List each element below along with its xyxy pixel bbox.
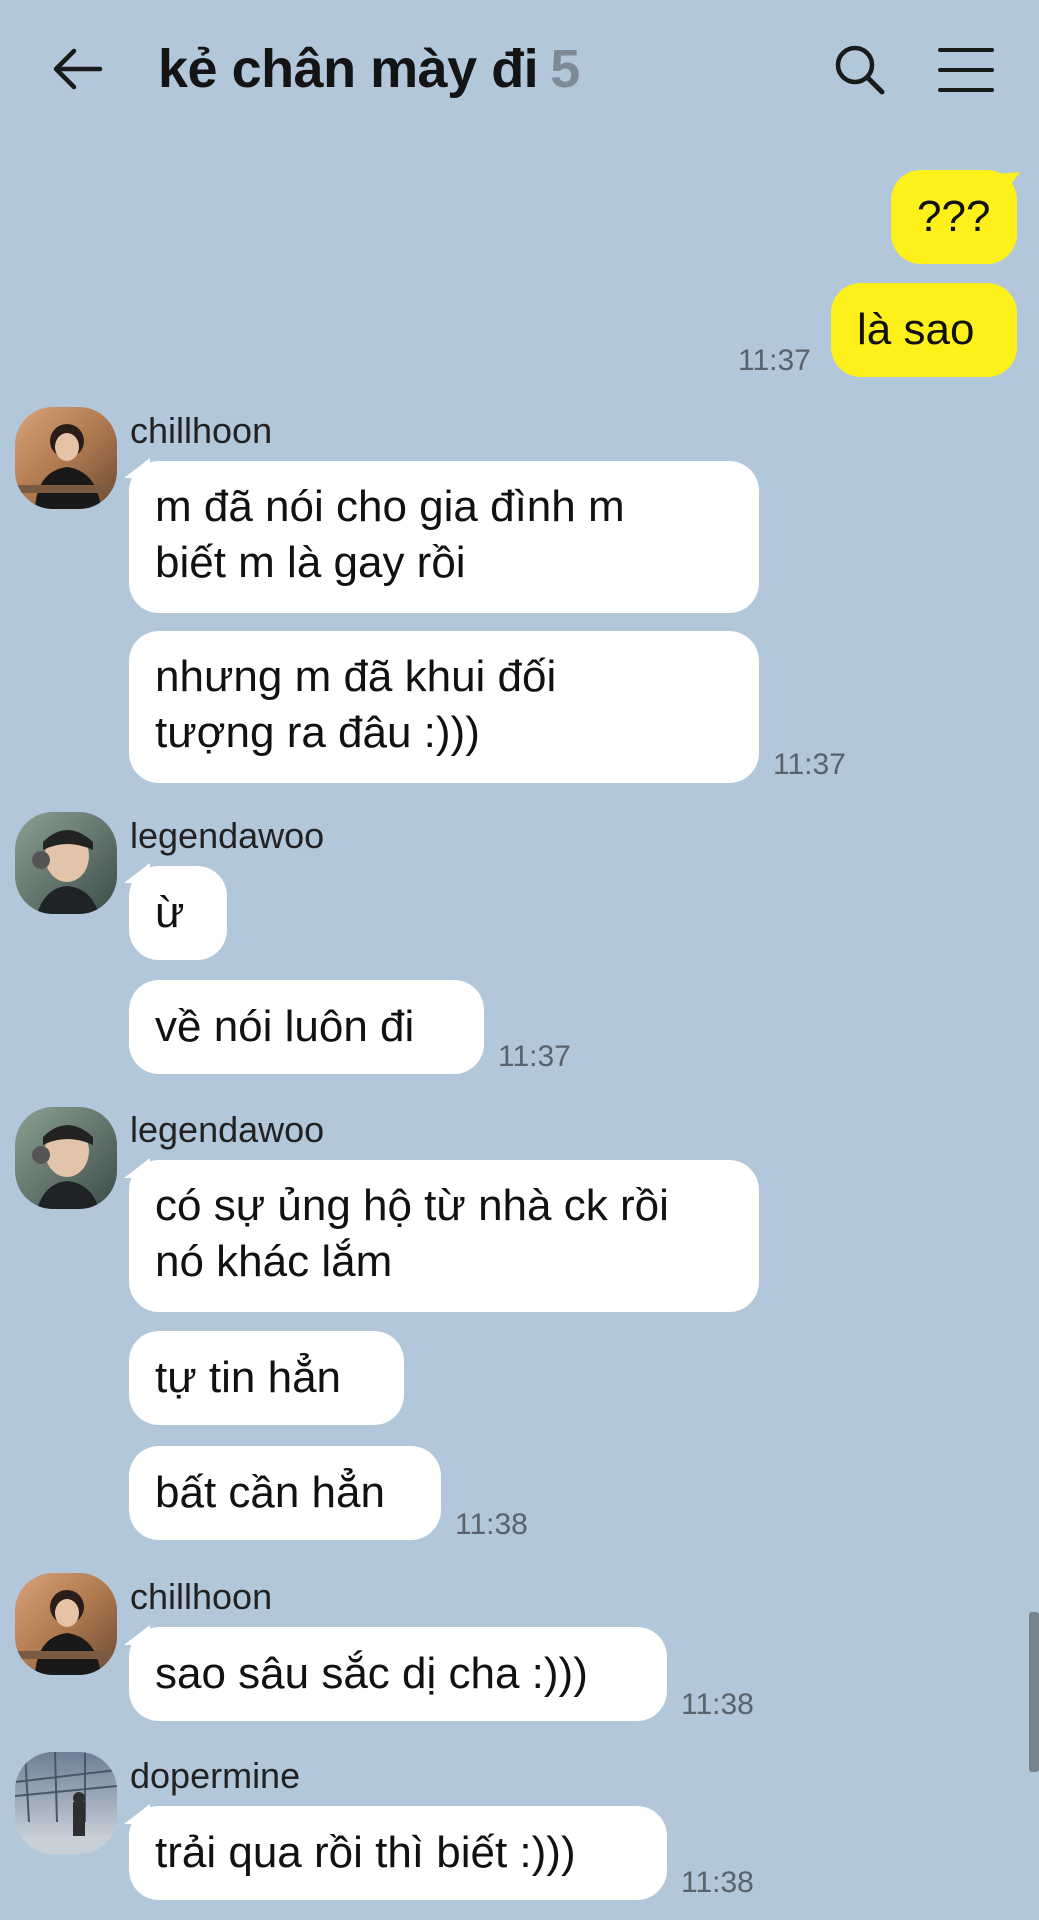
incoming-message[interactable]: có sự ủng hộ từ nhà ck rồi nó khác lắm [129,1160,759,1312]
message-timestamp: 11:38 [681,1688,754,1721]
incoming-message[interactable]: tự tin hẳn [129,1331,404,1425]
avatar-legendawoo[interactable] [15,1107,117,1209]
avatar-legendawoo[interactable] [15,812,117,914]
message-text: là sao [857,305,975,354]
sender-name: legendawoo [130,1109,325,1150]
avatar-dopermine[interactable] [15,1752,117,1854]
back-button[interactable] [50,42,104,96]
sender-name: chillhoon [130,1576,273,1617]
back-arrow-icon [53,48,103,90]
search-button[interactable] [832,42,888,98]
message-text: tự tin hẳn [155,1353,342,1402]
chat-title-text: kẻ chân mày đi [158,39,539,99]
message-text: ừ [155,888,185,937]
message-text: sao sâu sắc dị cha :))) [155,1649,588,1698]
incoming-message[interactable]: m đã nói cho gia đình m biết m là gay rồ… [129,461,759,613]
message-timestamp: 11:38 [455,1508,528,1541]
message-timestamp: 11:38 [681,1866,754,1899]
message-text: có sự ủng hộ từ nhà ck rồi nó khác lắm [155,1178,669,1290]
sender-name: legendawoo [130,815,325,856]
outgoing-message[interactable]: ??? [891,170,1017,264]
message-line: m đã nói cho gia đình m [155,482,625,531]
menu-button[interactable] [936,44,996,96]
message-timestamp: 11:37 [498,1040,571,1073]
incoming-message[interactable]: bất cần hẳn [129,1446,441,1540]
avatar-image [15,1752,117,1854]
avatar-chillhoon[interactable] [15,407,117,509]
message-timestamp: 11:37 [738,344,811,377]
avatar-image [15,407,117,509]
search-icon [835,45,885,95]
incoming-message[interactable]: ừ [129,866,227,960]
sender-name: chillhoon [130,410,273,451]
message-text: bất cần hẳn [155,1468,385,1517]
avatar-image [15,812,117,914]
message-line: nhưng m đã khui đối [155,652,557,701]
message-line: có sự ủng hộ từ nhà ck rồi [155,1181,669,1230]
sender-name: dopermine [130,1755,301,1796]
avatar-image [15,1573,117,1675]
menu-icon [938,48,994,92]
avatar-chillhoon[interactable] [15,1573,117,1675]
message-text: ??? [917,192,991,241]
message-line: biết m là gay rồi [155,538,466,587]
member-count: 5 [550,39,580,99]
incoming-message[interactable]: về nói luôn đi [129,980,484,1074]
incoming-message[interactable]: trải qua rồi thì biết :))) [129,1806,667,1900]
message-text: về nói luôn đi [155,1002,415,1051]
incoming-message[interactable]: sao sâu sắc dị cha :))) [129,1627,667,1721]
message-line: nó khác lắm [155,1237,393,1286]
scrollbar[interactable] [1029,1612,1039,1772]
message-timestamp: 11:37 [773,748,846,781]
incoming-message[interactable]: nhưng m đã khui đối tượng ra đâu :))) [129,631,759,783]
message-line: tượng ra đâu :))) [155,708,480,757]
message-text: trải qua rồi thì biết :))) [155,1828,576,1877]
chat-title: kẻ chân mày đi 5 [158,38,580,100]
message-text: m đã nói cho gia đình m biết m là gay rồ… [155,479,625,591]
avatar-image [15,1107,117,1209]
outgoing-message[interactable]: là sao [831,283,1017,377]
message-text: nhưng m đã khui đối tượng ra đâu :))) [155,649,556,761]
